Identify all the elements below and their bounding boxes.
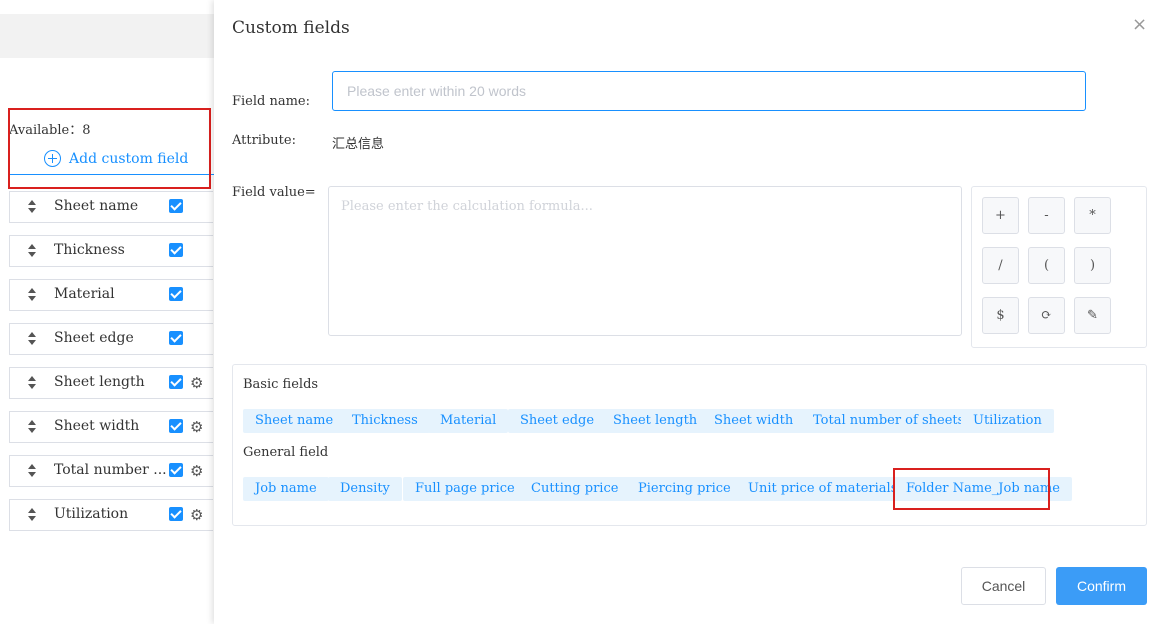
close-paren-key[interactable]: ) bbox=[1074, 247, 1111, 284]
general-field-tag[interactable]: Unit price of materials bbox=[736, 477, 910, 501]
field-row[interactable]: Sheet edge bbox=[9, 323, 213, 355]
general-field-tag[interactable]: Cutting price bbox=[519, 477, 631, 501]
operator-keypad: + - * / ( ) $ ⟳ ✎ bbox=[971, 186, 1147, 348]
sort-handle-icon[interactable] bbox=[28, 288, 36, 302]
basic-field-tag[interactable]: Material bbox=[428, 409, 509, 433]
field-row-label: Utilization bbox=[54, 506, 129, 522]
sort-handle-icon[interactable] bbox=[28, 332, 36, 346]
sort-handle-icon[interactable] bbox=[28, 508, 36, 522]
field-checkbox[interactable] bbox=[169, 463, 183, 477]
general-field-tag[interactable]: Job name bbox=[243, 477, 329, 501]
sort-handle-icon[interactable] bbox=[28, 376, 36, 390]
field-row[interactable]: Sheet width ⚙ bbox=[9, 411, 213, 443]
field-checkbox[interactable] bbox=[169, 243, 183, 257]
dollar-key[interactable]: $ bbox=[982, 297, 1019, 334]
sort-handle-icon[interactable] bbox=[28, 464, 36, 478]
field-row[interactable]: Thickness bbox=[9, 235, 213, 267]
dialog-title: Custom fields bbox=[232, 18, 350, 38]
gear-icon[interactable]: ⚙ bbox=[190, 419, 203, 435]
eraser-icon[interactable]: ✎ bbox=[1074, 297, 1111, 334]
divide-key[interactable]: / bbox=[982, 247, 1019, 284]
basic-field-tag[interactable]: Total number of sheets bbox=[801, 409, 977, 433]
field-row[interactable]: Total number ... ⚙ bbox=[9, 455, 213, 487]
field-name-label: Field name: bbox=[232, 94, 311, 109]
custom-fields-dialog: Custom fields × Field name: Attribute: 汇… bbox=[214, 0, 1162, 624]
field-checkbox[interactable] bbox=[169, 199, 183, 213]
general-field-tag[interactable]: Density bbox=[328, 477, 402, 501]
field-checkbox[interactable] bbox=[169, 507, 183, 521]
field-checkbox[interactable] bbox=[169, 287, 183, 301]
general-field-tag[interactable]: Piercing price bbox=[626, 477, 743, 501]
close-icon[interactable]: × bbox=[1132, 14, 1147, 35]
field-value-label: Field value= bbox=[232, 185, 316, 200]
field-row-label: Sheet name bbox=[54, 198, 139, 214]
highlight-box bbox=[893, 468, 1050, 510]
basic-field-tag[interactable]: Utilization bbox=[961, 409, 1054, 433]
formula-textarea[interactable] bbox=[328, 186, 962, 336]
multiply-key[interactable]: * bbox=[1074, 197, 1111, 234]
field-row[interactable]: Sheet name bbox=[9, 191, 213, 223]
field-row-label: Sheet length bbox=[54, 374, 145, 390]
attribute-value: 汇总信息 bbox=[332, 137, 385, 152]
basic-field-tag[interactable]: Sheet name bbox=[243, 409, 346, 433]
field-row-label: Total number ... bbox=[54, 462, 167, 478]
top-bar bbox=[0, 14, 216, 58]
field-row[interactable]: Material bbox=[9, 279, 213, 311]
plus-key[interactable]: + bbox=[982, 197, 1019, 234]
field-row-label: Sheet edge bbox=[54, 330, 134, 346]
field-name-input[interactable] bbox=[332, 71, 1086, 111]
gear-icon[interactable]: ⚙ bbox=[190, 375, 203, 391]
field-row-label: Sheet width bbox=[54, 418, 140, 434]
field-row[interactable]: Utilization ⚙ bbox=[9, 499, 213, 531]
field-row[interactable]: Sheet length ⚙ bbox=[9, 367, 213, 399]
highlight-box bbox=[8, 108, 211, 189]
attribute-label: Attribute: bbox=[232, 133, 296, 148]
gear-icon[interactable]: ⚙ bbox=[190, 507, 203, 523]
basic-field-tag[interactable]: Sheet edge bbox=[508, 409, 607, 433]
field-row-label: Material bbox=[54, 286, 115, 302]
sort-handle-icon[interactable] bbox=[28, 200, 36, 214]
field-checkbox[interactable] bbox=[169, 419, 183, 433]
cancel-button[interactable]: Cancel bbox=[961, 567, 1046, 605]
minus-key[interactable]: - bbox=[1028, 197, 1065, 234]
refresh-icon[interactable]: ⟳ bbox=[1028, 297, 1065, 334]
basic-field-tag[interactable]: Thickness bbox=[340, 409, 430, 433]
gear-icon[interactable]: ⚙ bbox=[190, 463, 203, 479]
field-checkbox[interactable] bbox=[169, 331, 183, 345]
basic-field-tag[interactable]: Sheet length bbox=[601, 409, 710, 433]
basic-field-tag[interactable]: Sheet width bbox=[702, 409, 806, 433]
field-checkbox[interactable] bbox=[169, 375, 183, 389]
confirm-button[interactable]: Confirm bbox=[1056, 567, 1147, 605]
sort-handle-icon[interactable] bbox=[28, 244, 36, 258]
general-field-tag[interactable]: Full page price bbox=[403, 477, 527, 501]
sort-handle-icon[interactable] bbox=[28, 420, 36, 434]
basic-fields-title: Basic fields bbox=[243, 377, 319, 392]
open-paren-key[interactable]: ( bbox=[1028, 247, 1065, 284]
field-row-label: Thickness bbox=[54, 242, 125, 258]
general-field-title: General field bbox=[243, 445, 329, 460]
